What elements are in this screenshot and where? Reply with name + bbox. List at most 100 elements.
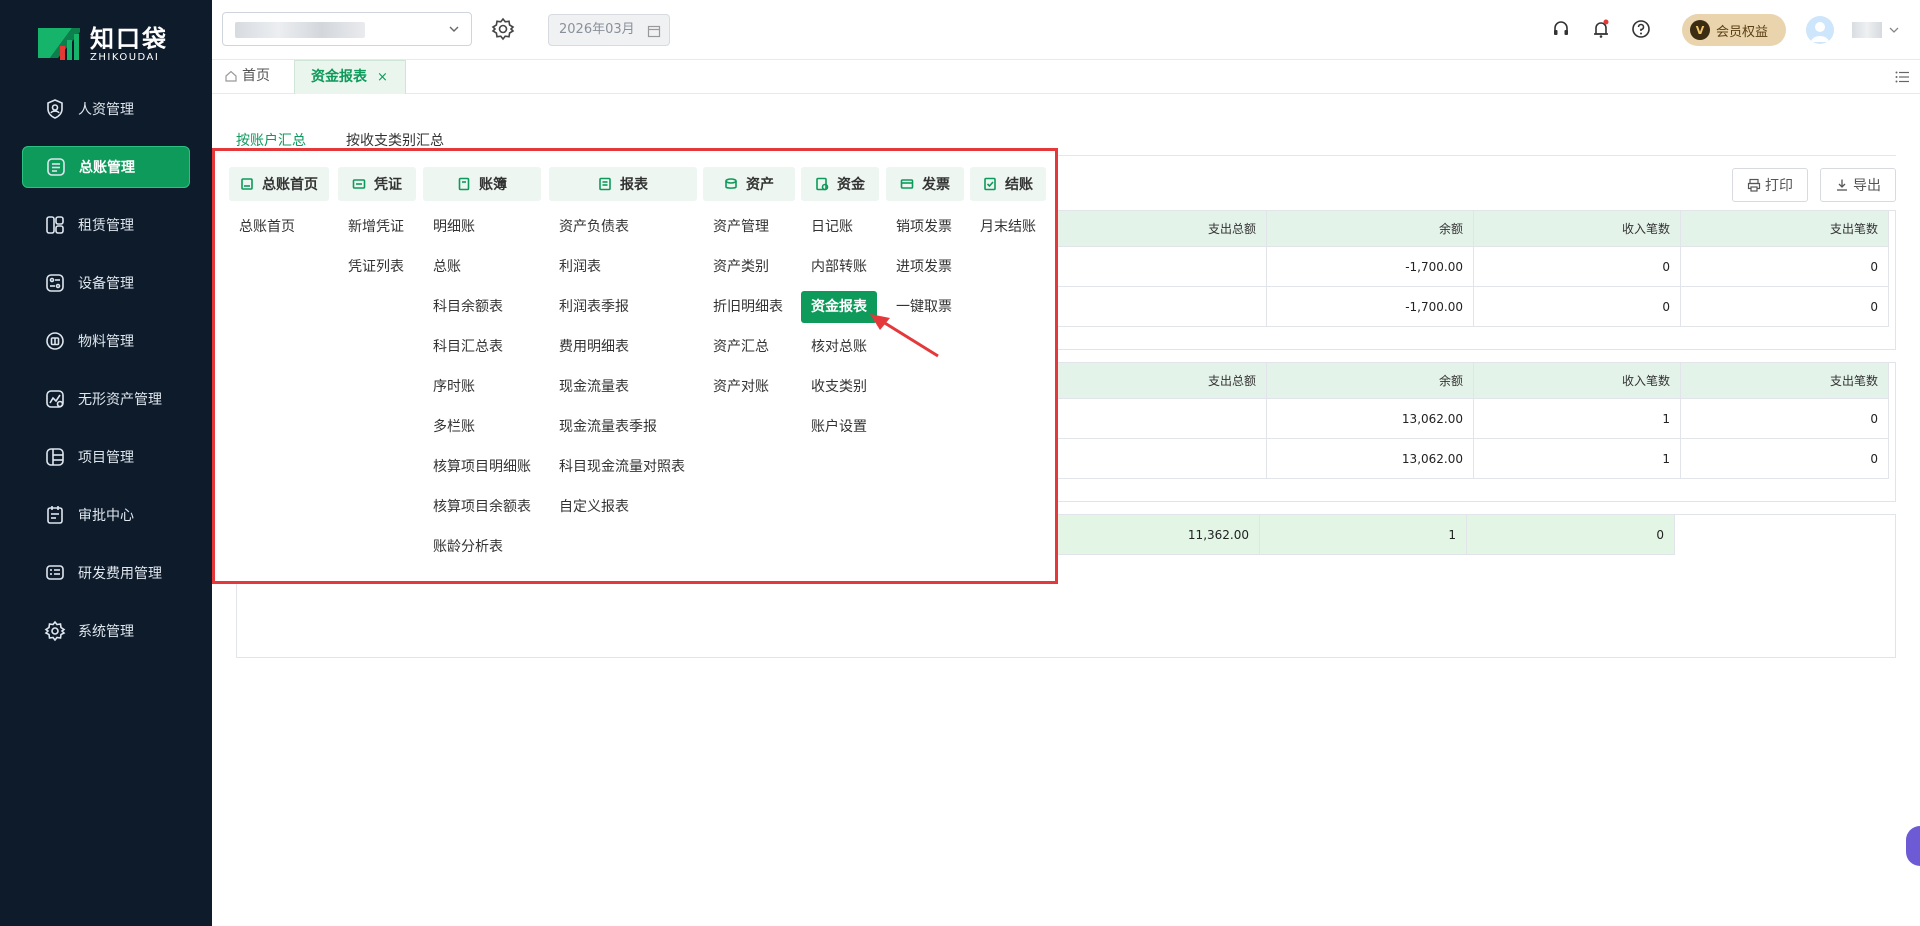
export-label: 导出 [1853, 178, 1881, 194]
menu-item[interactable]: 利润表 [559, 253, 601, 281]
menu-item[interactable]: 科目现金流量对照表 [559, 453, 685, 481]
table-row[interactable]: -1,700.00 0 0 [1052, 286, 1889, 327]
print-button[interactable]: 打印 [1732, 168, 1808, 202]
sidebar-item-label: 研发费用管理 [78, 566, 162, 582]
menu-head-funds[interactable]: 资金 [801, 167, 879, 201]
company-select[interactable] [222, 12, 472, 46]
table-row[interactable]: 13,062.00 1 0 [1052, 398, 1889, 439]
brand-name-en: ZHIKOUDAI [90, 51, 160, 63]
menu-item[interactable]: 多栏账 [433, 413, 475, 441]
sidebar-item-intangible[interactable]: 无形资产管理 [22, 378, 190, 420]
logo-icon [36, 24, 82, 64]
headset-icon[interactable] [1550, 18, 1572, 40]
cell: -1,700.00 [1266, 246, 1474, 287]
col-header: 余额 [1266, 210, 1474, 247]
menu-item[interactable]: 科目汇总表 [433, 333, 503, 361]
period-picker[interactable]: 2026年03月 [548, 14, 670, 46]
menu-item[interactable]: 核算项目明细账 [433, 453, 531, 481]
sidebar-item-rental[interactable]: 租赁管理 [22, 204, 190, 246]
menu-item[interactable]: 核算项目余额表 [433, 493, 531, 521]
menu-item[interactable]: 月末结账 [980, 213, 1036, 241]
chat-widget-icon[interactable] [1906, 826, 1920, 866]
cell: 0 [1680, 398, 1889, 439]
download-icon [1837, 179, 1847, 191]
print-label: 打印 [1765, 178, 1793, 194]
menu-head-books[interactable]: 账簿 [423, 167, 541, 201]
sidebar-item-label: 设备管理 [78, 276, 134, 292]
menu-item[interactable]: 总账 [433, 253, 461, 281]
menu-item[interactable]: 总账首页 [239, 213, 295, 241]
menu-item[interactable]: 凭证列表 [348, 253, 404, 281]
table-row[interactable]: 13,062.00 1 0 [1052, 438, 1889, 479]
menu-item[interactable]: 销项发票 [896, 213, 952, 241]
menu-item[interactable]: 现金流量表 [559, 373, 629, 401]
sidebar-item-ledger[interactable]: 总账管理 [22, 146, 190, 188]
cell: 0 [1680, 438, 1889, 479]
menu-item[interactable]: 账户设置 [811, 413, 867, 441]
menu-item[interactable]: 进项发票 [896, 253, 952, 281]
sidebar-item-device[interactable]: 设备管理 [22, 262, 190, 304]
sidebar-item-system[interactable]: 系统管理 [22, 610, 190, 652]
menu-item[interactable]: 资产负债表 [559, 213, 629, 241]
menu-item[interactable]: 费用明细表 [559, 333, 629, 361]
menu-item[interactable]: 收支类别 [811, 373, 867, 401]
tab-list-icon[interactable] [1894, 69, 1910, 85]
menu-item[interactable]: 现金流量表季报 [559, 413, 657, 441]
menu-item[interactable]: 序时账 [433, 373, 475, 401]
bell-icon[interactable] [1590, 18, 1612, 40]
sidebar-item-rd-expense[interactable]: 研发费用管理 [22, 552, 190, 594]
chevron-down-icon[interactable] [1888, 24, 1900, 36]
help-icon[interactable] [1630, 18, 1652, 40]
sidebar-item-project[interactable]: 项目管理 [22, 436, 190, 478]
menu-item[interactable]: 明细账 [433, 213, 475, 241]
tab-fund-report[interactable]: 资金报表 × [294, 60, 406, 94]
ledger-icon [45, 156, 67, 178]
tab-home[interactable]: 首页 [218, 60, 280, 94]
sidebar-item-approval[interactable]: 审批中心 [22, 494, 190, 536]
menu-item[interactable]: 科目余额表 [433, 293, 503, 321]
sidebar: 知口袋 ZHIKOUDAI 人资管理 总账管理 租赁管理 设备管理 物料管理 无… [0, 0, 212, 926]
menu-item[interactable]: 资产对账 [713, 373, 769, 401]
avatar[interactable] [1806, 16, 1834, 44]
menu-head-voucher[interactable]: 凭证 [338, 167, 416, 201]
device-icon [44, 272, 66, 294]
vip-badge-icon: V [1690, 20, 1710, 40]
username-redacted[interactable] [1852, 22, 1882, 38]
calendar-icon [647, 25, 661, 38]
brand-logo[interactable]: 知口袋 ZHIKOUDAI [36, 22, 168, 66]
menu-head-home[interactable]: 总账首页 [229, 167, 329, 201]
export-button[interactable]: 导出 [1820, 168, 1896, 202]
menu-item[interactable]: 资产汇总 [713, 333, 769, 361]
menu-item[interactable]: 自定义报表 [559, 493, 629, 521]
menu-item[interactable]: 核对总账 [811, 333, 867, 361]
table-header-row: 支出总额 余额 收入笔数 支出笔数 [1052, 362, 1889, 399]
menu-head-invoice[interactable]: 发票 [886, 167, 964, 201]
settings-gear-icon[interactable] [490, 16, 516, 42]
menu-item[interactable]: 资产类别 [713, 253, 769, 281]
tab-by-category[interactable]: 按收支类别汇总 [346, 130, 444, 150]
annotation-arrow-icon [870, 314, 939, 358]
close-icon[interactable]: × [377, 70, 388, 85]
report-icon [599, 177, 611, 191]
tab-by-account[interactable]: 按账户汇总 [236, 130, 306, 150]
menu-item[interactable]: 资产管理 [713, 213, 769, 241]
menu-item[interactable]: 内部转账 [811, 253, 867, 281]
menu-item[interactable]: 新增凭证 [348, 213, 404, 241]
col-header: 收入笔数 [1473, 210, 1681, 247]
menu-item[interactable]: 折旧明细表 [713, 293, 783, 321]
cell: 13,062.00 [1266, 398, 1474, 439]
menu-item[interactable]: 利润表季报 [559, 293, 629, 321]
tab-label: 首页 [242, 68, 270, 84]
ledger-mega-menu: 总账首页 凭证 账簿 报表 资产 资金 发票 结账 总账首页 新增凭证 凭证列表… [212, 148, 1058, 584]
menu-item[interactable]: 账龄分析表 [433, 533, 503, 561]
menu-item[interactable]: 日记账 [811, 213, 853, 241]
menu-head-closing[interactable]: 结账 [970, 167, 1046, 201]
sidebar-item-material[interactable]: 物料管理 [22, 320, 190, 362]
sidebar-item-hr[interactable]: 人资管理 [22, 88, 190, 130]
menu-head-assets[interactable]: 资产 [703, 167, 795, 201]
asset-icon [725, 178, 737, 189]
period-value: 2026年03月 [559, 22, 635, 37]
table-row[interactable]: -1,700.00 0 0 [1052, 246, 1889, 287]
vip-benefits-button[interactable]: V 会员权益 [1682, 14, 1786, 46]
menu-head-reports[interactable]: 报表 [549, 167, 697, 201]
